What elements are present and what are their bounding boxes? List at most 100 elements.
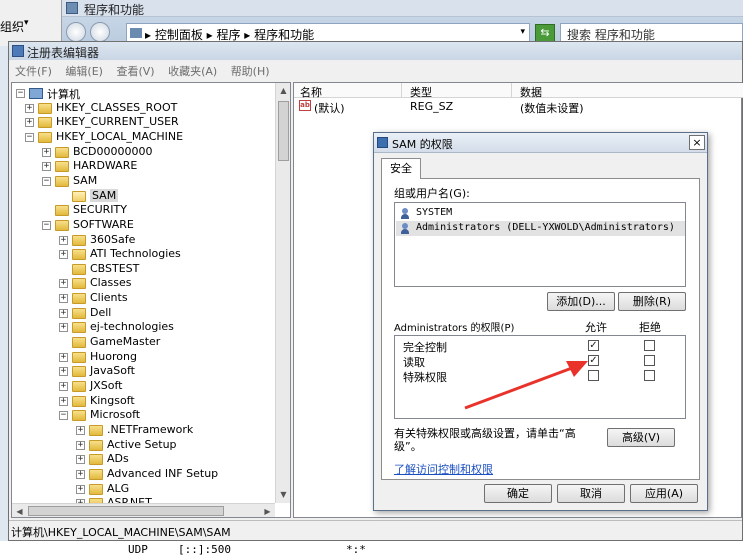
remove-button[interactable]: 删除(R) [618, 292, 686, 311]
tree-item[interactable]: SAM [12, 188, 274, 204]
expand-icon[interactable]: + [59, 396, 68, 406]
chevron-down-icon[interactable]: ▾ [24, 18, 29, 28]
advanced-button[interactable]: 高级(V) [607, 428, 675, 447]
close-icon[interactable]: × [689, 135, 705, 150]
tree-item[interactable]: + JXSoft [12, 379, 274, 394]
expand-icon[interactable]: + [42, 147, 51, 157]
user-item-administrators[interactable]: Administrators (DELL-YXWOLD\Administrato… [396, 221, 685, 236]
menu-view[interactable]: 查看(V) [116, 65, 154, 78]
expand-icon[interactable]: + [59, 323, 68, 333]
tree-item[interactable]: − HKEY_LOCAL_MACHINE [12, 130, 274, 145]
tree-item[interactable]: + HKEY_CURRENT_USER [12, 115, 274, 130]
column-header-type[interactable]: 类型 [410, 84, 432, 100]
tree-horizontal-scrollbar[interactable]: ◀ ▶ [12, 503, 275, 517]
menu-edit[interactable]: 编辑(E) [65, 65, 103, 78]
collapse-icon[interactable]: − [42, 220, 51, 230]
full-control-deny-checkbox[interactable] [644, 340, 655, 351]
expand-icon[interactable]: + [76, 469, 85, 479]
scroll-left-arrow-icon[interactable]: ◀ [12, 504, 27, 517]
tab-security[interactable]: 安全 [381, 158, 421, 179]
expand-icon[interactable]: + [59, 294, 68, 304]
permission-special: 特殊权限 [403, 369, 447, 384]
tree-item[interactable]: − SOFTWARE [12, 218, 274, 233]
chevron-down-icon[interactable]: ▾ [520, 27, 525, 37]
tree-item[interactable]: − Microsoft [12, 408, 274, 423]
tree-item[interactable]: + Classes [12, 276, 274, 291]
expand-icon[interactable]: + [76, 455, 85, 465]
scroll-thumb[interactable] [278, 101, 289, 161]
user-list[interactable]: SYSTEM Administrators (DELL-YXWOLD\Admin… [394, 202, 686, 287]
menu-help[interactable]: 帮助(H) [231, 65, 270, 78]
tree-item[interactable]: + ADs [12, 452, 274, 467]
expand-icon[interactable]: + [59, 382, 68, 391]
expand-icon[interactable]: + [59, 352, 68, 362]
menu-favorites[interactable]: 收藏夹(A) [168, 65, 217, 78]
tree-item[interactable]: GameMaster [12, 335, 274, 350]
expand-icon[interactable]: + [59, 308, 68, 318]
special-deny-checkbox[interactable] [644, 370, 655, 381]
expand-icon[interactable]: + [76, 425, 85, 435]
menu-file[interactable]: 文件(F) [15, 65, 52, 78]
tree-vertical-scrollbar[interactable]: ▲ ▼ [275, 83, 290, 503]
full-control-allow-checkbox[interactable] [588, 340, 599, 351]
tree-item[interactable]: + .NETFramework [12, 423, 274, 438]
search-input[interactable]: 搜索 程序和功能 [560, 23, 743, 43]
tree-item[interactable]: + Active Setup [12, 438, 274, 453]
expand-icon[interactable]: + [59, 235, 68, 245]
registry-tree[interactable]: +ASP.NET+ALG+Advanced INF Setup+ADs+Acti… [11, 82, 291, 518]
expand-icon[interactable]: + [59, 367, 68, 377]
forward-button[interactable] [90, 22, 110, 42]
read-allow-checkbox[interactable] [588, 355, 599, 366]
list-item[interactable]: ab (默认) REG_SZ (数值未设置) [294, 99, 743, 115]
tree-item[interactable]: SECURITY [12, 203, 274, 218]
column-header-name[interactable]: 名称 [300, 84, 322, 100]
scroll-down-arrow-icon[interactable]: ▼ [276, 487, 290, 503]
scroll-right-arrow-icon[interactable]: ▶ [260, 504, 275, 517]
collapse-icon[interactable]: − [16, 89, 25, 98]
organize-button[interactable]: 组织 [0, 18, 24, 35]
tree-item[interactable]: + ALG [12, 482, 274, 497]
learn-access-control-link[interactable]: 了解访问控制和权限 [394, 461, 493, 477]
ok-button[interactable]: 确定 [484, 484, 552, 503]
tree-item[interactable]: + HARDWARE [12, 159, 274, 174]
expand-icon[interactable]: + [59, 250, 68, 260]
refresh-button[interactable]: ⇆ [535, 24, 555, 42]
add-button[interactable]: 添加(D)... [547, 292, 615, 311]
tree-item[interactable]: + Advanced INF Setup [12, 467, 274, 482]
expand-icon[interactable]: + [59, 279, 68, 289]
expand-icon[interactable]: + [25, 118, 34, 128]
tree-item[interactable]: + Dell [12, 306, 274, 321]
tree-item[interactable]: + Huorong [12, 350, 274, 365]
collapse-icon[interactable]: − [59, 411, 68, 421]
scroll-thumb[interactable] [28, 506, 224, 516]
column-divider[interactable] [401, 83, 402, 98]
tree-item[interactable]: + Clients [12, 291, 274, 306]
user-item-system[interactable]: SYSTEM [396, 206, 685, 221]
expand-icon[interactable]: + [76, 440, 85, 450]
tree-item[interactable]: + JavaSoft [12, 364, 274, 379]
tree-item[interactable]: +360Safe [12, 233, 274, 248]
read-deny-checkbox[interactable] [644, 355, 655, 366]
tree-item[interactable]: CBSTEST [12, 262, 274, 277]
tree-item[interactable]: − 计算机 [12, 86, 274, 101]
column-header-data[interactable]: 数据 [520, 84, 542, 100]
expand-icon[interactable]: + [25, 103, 34, 113]
tree-item[interactable]: + ej-technologies [12, 320, 274, 335]
regedit-title-bar: 注册表编辑器 [9, 42, 742, 60]
tree-item[interactable]: − SAM [12, 174, 274, 189]
collapse-icon[interactable]: − [25, 132, 34, 142]
tree-item[interactable]: + Kingsoft [12, 394, 274, 409]
address-bar[interactable]: ▸ 控制面板 ▸ 程序 ▸ 程序和功能 ▾ [126, 23, 530, 43]
tree-item[interactable]: + ATI Technologies [12, 247, 274, 262]
expand-icon[interactable]: + [76, 484, 85, 494]
special-allow-checkbox[interactable] [588, 370, 599, 381]
apply-button[interactable]: 应用(A) [630, 484, 698, 503]
expand-icon[interactable]: + [42, 162, 51, 172]
collapse-icon[interactable]: − [42, 176, 51, 186]
scroll-up-arrow-icon[interactable]: ▲ [276, 83, 290, 99]
back-button[interactable] [66, 22, 86, 42]
tree-item[interactable]: + BCD00000000 [12, 145, 274, 160]
cancel-button[interactable]: 取消 [557, 484, 625, 503]
tree-item[interactable]: + HKEY_CLASSES_ROOT [12, 101, 274, 116]
column-divider[interactable] [511, 83, 512, 98]
